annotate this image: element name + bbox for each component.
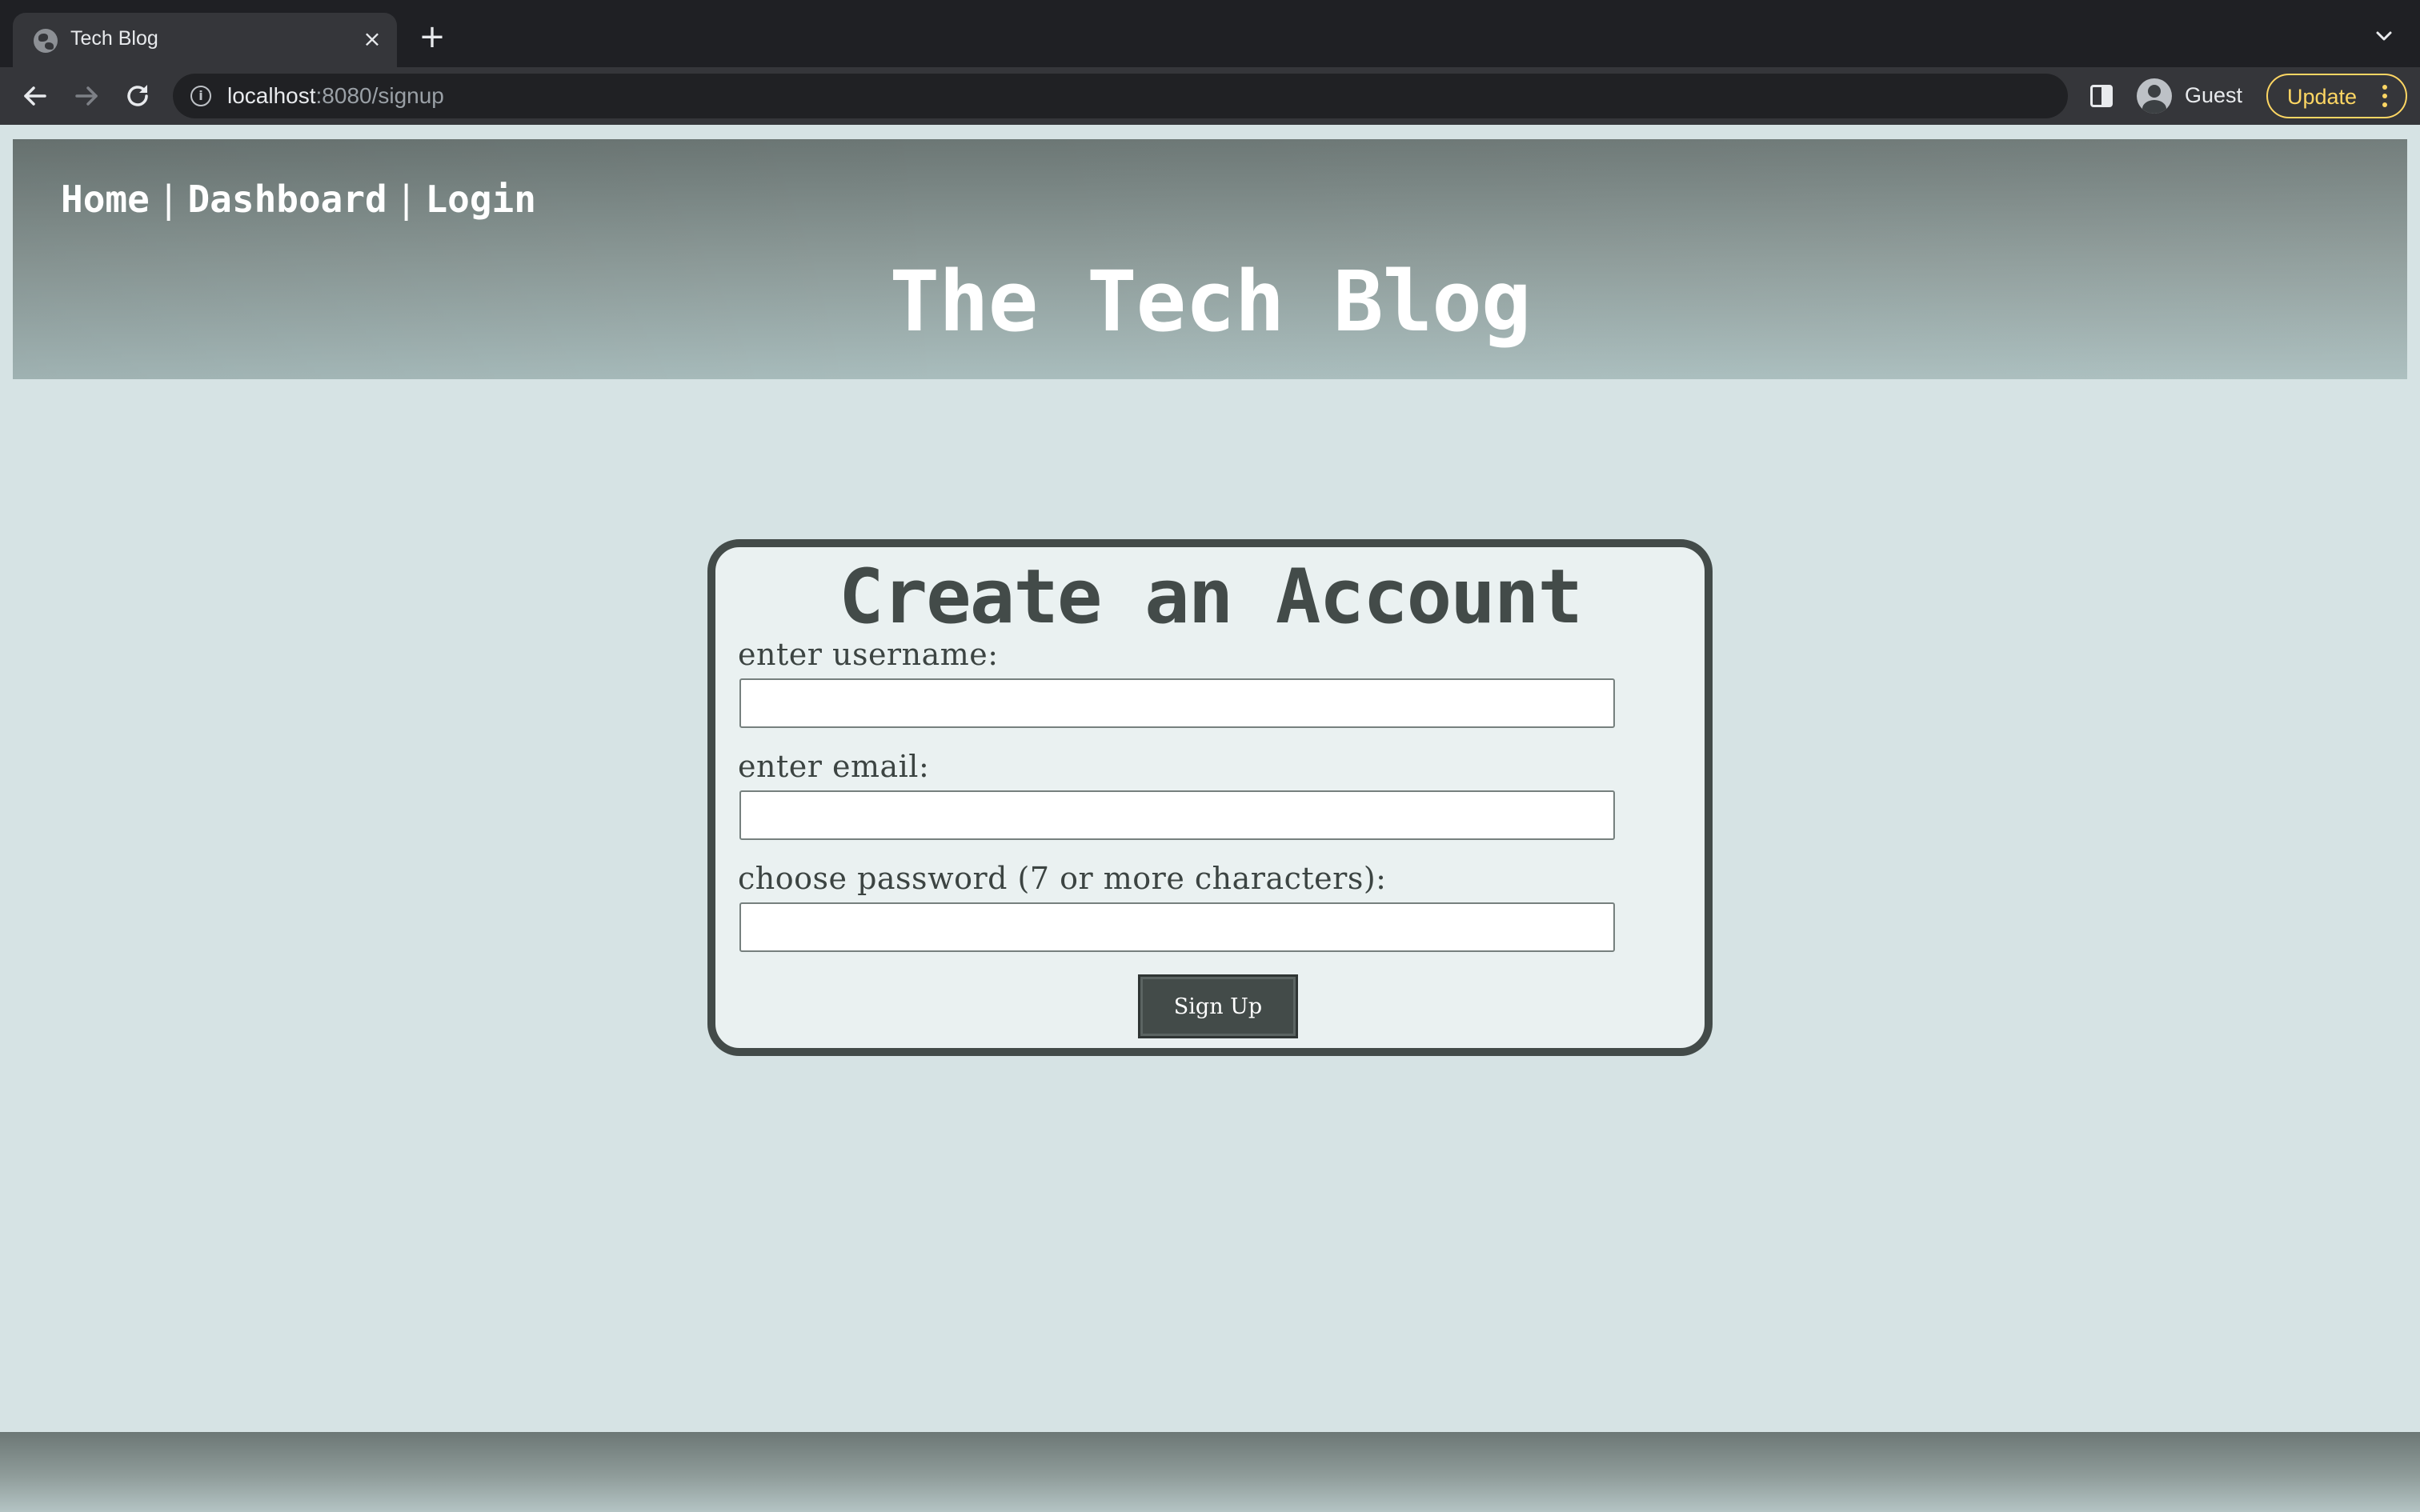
signup-card: Create an Account enter username: enter … [707, 539, 1713, 1056]
nav-link-home[interactable]: Home [61, 178, 150, 221]
password-input[interactable] [739, 902, 1615, 952]
new-tab-icon[interactable]: + [416, 21, 448, 53]
side-panel-icon[interactable] [2090, 85, 2113, 107]
email-input[interactable] [739, 790, 1615, 840]
signup-heading: Create an Account [838, 554, 1583, 641]
profile-name: Guest [2185, 83, 2243, 107]
browser-tabstrip: Tech Blog × + [0, 0, 2420, 67]
address-url[interactable]: localhost:8080/signup [227, 83, 444, 109]
chevron-down-icon[interactable] [2372, 24, 2396, 48]
site-title: The Tech Blog [889, 253, 1532, 350]
password-label: choose password (7 or more characters): [738, 861, 1387, 896]
username-label: enter username: [738, 637, 999, 672]
reload-icon[interactable] [120, 78, 155, 114]
forward-arrow-icon[interactable] [69, 78, 104, 114]
nav-link-dashboard[interactable]: Dashboard [187, 178, 387, 221]
email-label: enter email: [738, 749, 930, 784]
back-arrow-icon[interactable] [18, 78, 53, 114]
site-header: Home | Dashboard | Login The Tech Blog [13, 139, 2407, 379]
nav-link-login[interactable]: Login [425, 178, 535, 221]
username-input[interactable] [739, 678, 1615, 728]
update-button[interactable]: Update [2266, 74, 2407, 118]
more-vert-icon [2382, 85, 2388, 109]
address-bar[interactable]: i localhost:8080/signup [173, 74, 2068, 118]
nav-separator: | [157, 178, 180, 221]
nav-separator: | [395, 178, 418, 221]
site-nav: Home | Dashboard | Login [61, 178, 536, 221]
signup-button[interactable]: Sign Up [1138, 974, 1298, 1038]
browser-toolbar: i localhost:8080/signup Guest Update [0, 67, 2420, 125]
profile-button[interactable]: Guest [2132, 74, 2249, 118]
avatar-icon [2137, 78, 2172, 114]
browser-tab[interactable]: Tech Blog × [13, 13, 397, 67]
update-label: Update [2287, 85, 2358, 109]
tab-close-icon[interactable]: × [359, 26, 386, 53]
info-icon[interactable]: i [190, 86, 211, 106]
globe-icon [34, 29, 58, 53]
site-footer [0, 1432, 2420, 1512]
tab-title: Tech Blog [70, 27, 158, 50]
